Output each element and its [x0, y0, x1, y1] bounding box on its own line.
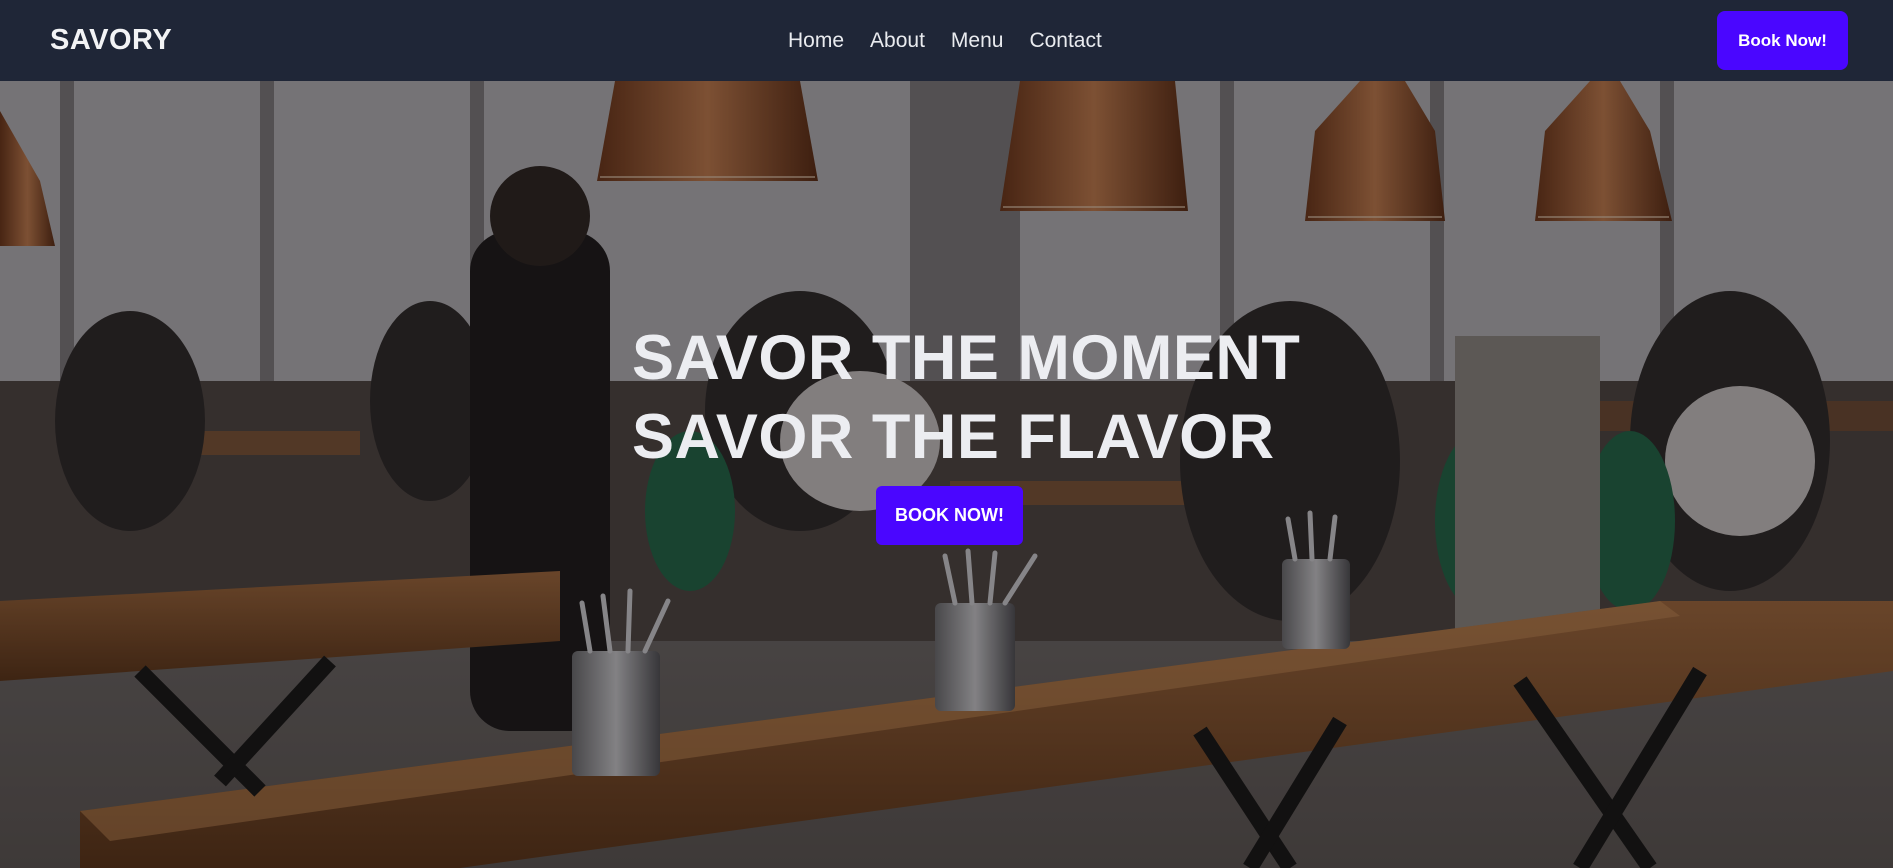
brand-logo[interactable]: SAVORY [50, 24, 172, 57]
hero-heading-line-2: SAVOR THE FLAVOR [632, 402, 1275, 472]
nav-link-home[interactable]: Home [788, 29, 844, 53]
nav-link-menu[interactable]: Menu [951, 29, 1004, 53]
top-navbar: SAVORY Home About Menu Contact Book Now! [0, 0, 1893, 81]
hero-heading-line-1: SAVOR THE MOMENT [632, 323, 1301, 393]
nav-book-now-button[interactable]: Book Now! [1717, 11, 1848, 70]
nav-link-about[interactable]: About [870, 29, 925, 53]
hero-heading: SAVOR THE MOMENT SAVOR THE FLAVOR [632, 319, 1332, 477]
hero-section: SAVOR THE MOMENT SAVOR THE FLAVOR BOOK N… [0, 81, 1893, 868]
hero-book-now-button[interactable]: BOOK NOW! [876, 486, 1023, 545]
main-nav: Home About Menu Contact [788, 0, 1102, 81]
nav-link-contact[interactable]: Contact [1029, 29, 1101, 53]
